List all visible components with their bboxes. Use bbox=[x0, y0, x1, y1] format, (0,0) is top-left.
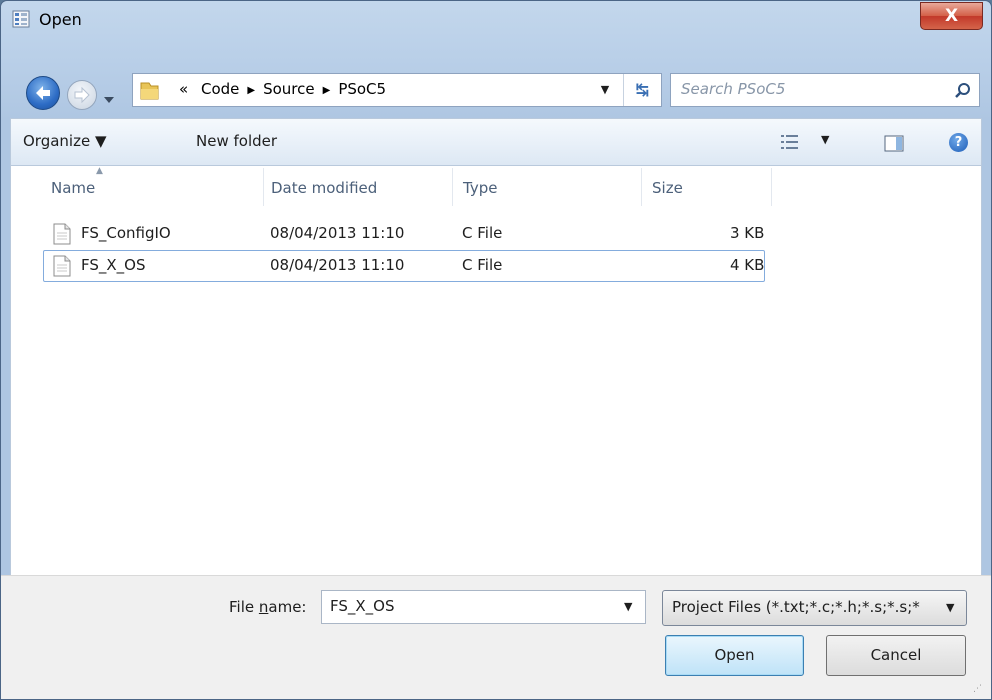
column-divider[interactable] bbox=[771, 168, 772, 206]
view-options-icon[interactable] bbox=[781, 134, 801, 154]
open-dialog: Open X « Code ▶ Source ▶ PSoC5 ▼ ↹ Search PS… bbox=[0, 0, 992, 700]
column-header-size[interactable]: Size bbox=[652, 166, 683, 210]
column-divider[interactable] bbox=[452, 168, 453, 206]
back-button[interactable] bbox=[26, 76, 60, 110]
column-header-name[interactable]: Name bbox=[51, 166, 95, 210]
c-file-icon bbox=[53, 223, 71, 249]
back-arrow-icon bbox=[36, 86, 50, 100]
title-bar: Open X bbox=[1, 1, 991, 41]
file-name: FS_X_OS bbox=[81, 256, 146, 274]
search-icon[interactable] bbox=[954, 82, 972, 104]
breadcrumb-item-source[interactable]: Source bbox=[263, 80, 315, 98]
file-row-fs-x-os[interactable]: FS_X_OS 08/04/2013 11:10 C File 4 KB bbox=[43, 250, 765, 282]
resize-grip-icon[interactable]: ⋰ bbox=[973, 684, 982, 694]
breadcrumb-item-code[interactable]: Code bbox=[201, 80, 239, 98]
open-button[interactable]: Open bbox=[665, 635, 804, 676]
file-type: C File bbox=[462, 224, 503, 242]
breadcrumb: « Code ▶ Source ▶ PSoC5 bbox=[179, 80, 386, 98]
address-bar[interactable]: « Code ▶ Source ▶ PSoC5 ▼ ↹ bbox=[132, 73, 662, 107]
file-date: 08/04/2013 11:10 bbox=[270, 256, 405, 274]
cancel-button[interactable]: Cancel bbox=[826, 635, 966, 676]
forward-button[interactable] bbox=[67, 80, 97, 110]
file-name-label: File name: bbox=[229, 598, 307, 616]
file-type-select[interactable]: Project Files (*.txt;*.c;*.h;*.s;*.s;* ▼ bbox=[662, 590, 967, 626]
refresh-icon[interactable]: ↹ bbox=[623, 74, 661, 106]
breadcrumb-separator-icon[interactable]: ▶ bbox=[323, 85, 331, 96]
dialog-icon bbox=[12, 10, 30, 28]
column-divider[interactable] bbox=[263, 168, 264, 206]
breadcrumb-separator-icon[interactable]: ▶ bbox=[247, 85, 255, 96]
file-name-field[interactable]: FS_X_OS ▼ bbox=[321, 590, 646, 624]
file-size: 3 KB bbox=[730, 224, 765, 242]
file-size: 4 KB bbox=[730, 256, 765, 274]
file-date: 08/04/2013 11:10 bbox=[270, 224, 405, 242]
file-type: C File bbox=[462, 256, 503, 274]
column-header-date[interactable]: Date modified bbox=[271, 166, 377, 210]
help-icon[interactable]: ? bbox=[949, 133, 968, 152]
breadcrumb-overflow[interactable]: « bbox=[179, 80, 188, 98]
search-placeholder: Search PSoC5 bbox=[681, 80, 786, 98]
column-divider[interactable] bbox=[641, 168, 642, 206]
view-dropdown-icon[interactable]: ▼ bbox=[821, 133, 829, 146]
breadcrumb-item-psoc5[interactable]: PSoC5 bbox=[338, 80, 386, 98]
recent-locations-dropdown[interactable] bbox=[103, 90, 115, 108]
close-button[interactable]: X bbox=[920, 2, 983, 30]
c-file-icon bbox=[53, 255, 71, 281]
organize-button[interactable]: Organize ▼ bbox=[23, 132, 107, 150]
file-row-fs-configio[interactable]: FS_ConfigIO 08/04/2013 11:10 C File 3 KB bbox=[43, 218, 765, 250]
preview-pane-icon[interactable] bbox=[884, 135, 904, 156]
chevron-down-icon[interactable]: ▼ bbox=[624, 600, 632, 613]
dialog-footer: File name: FS_X_OS ▼ Project Files (*.tx… bbox=[1, 575, 991, 699]
search-input[interactable]: Search PSoC5 bbox=[670, 73, 980, 107]
sort-ascending-icon: ▲ bbox=[96, 166, 103, 176]
file-list: Name ▲ Date modified Type Size FS_Config… bbox=[10, 166, 982, 575]
column-header-type[interactable]: Type bbox=[463, 166, 497, 210]
folder-icon bbox=[137, 79, 161, 107]
new-folder-button[interactable]: New folder bbox=[196, 132, 277, 150]
forward-arrow-icon bbox=[74, 86, 90, 104]
command-toolbar: Organize ▼ New folder ▼ ? bbox=[10, 118, 982, 166]
close-icon: X bbox=[944, 6, 959, 26]
window-title: Open bbox=[39, 10, 82, 29]
chevron-down-icon: ▼ bbox=[946, 601, 955, 614]
file-type-value: Project Files (*.txt;*.c;*.h;*.s;*.s;* bbox=[672, 598, 920, 616]
file-name: FS_ConfigIO bbox=[81, 224, 171, 242]
file-name-value: FS_X_OS bbox=[330, 597, 395, 615]
address-dropdown-icon[interactable]: ▼ bbox=[591, 74, 619, 106]
